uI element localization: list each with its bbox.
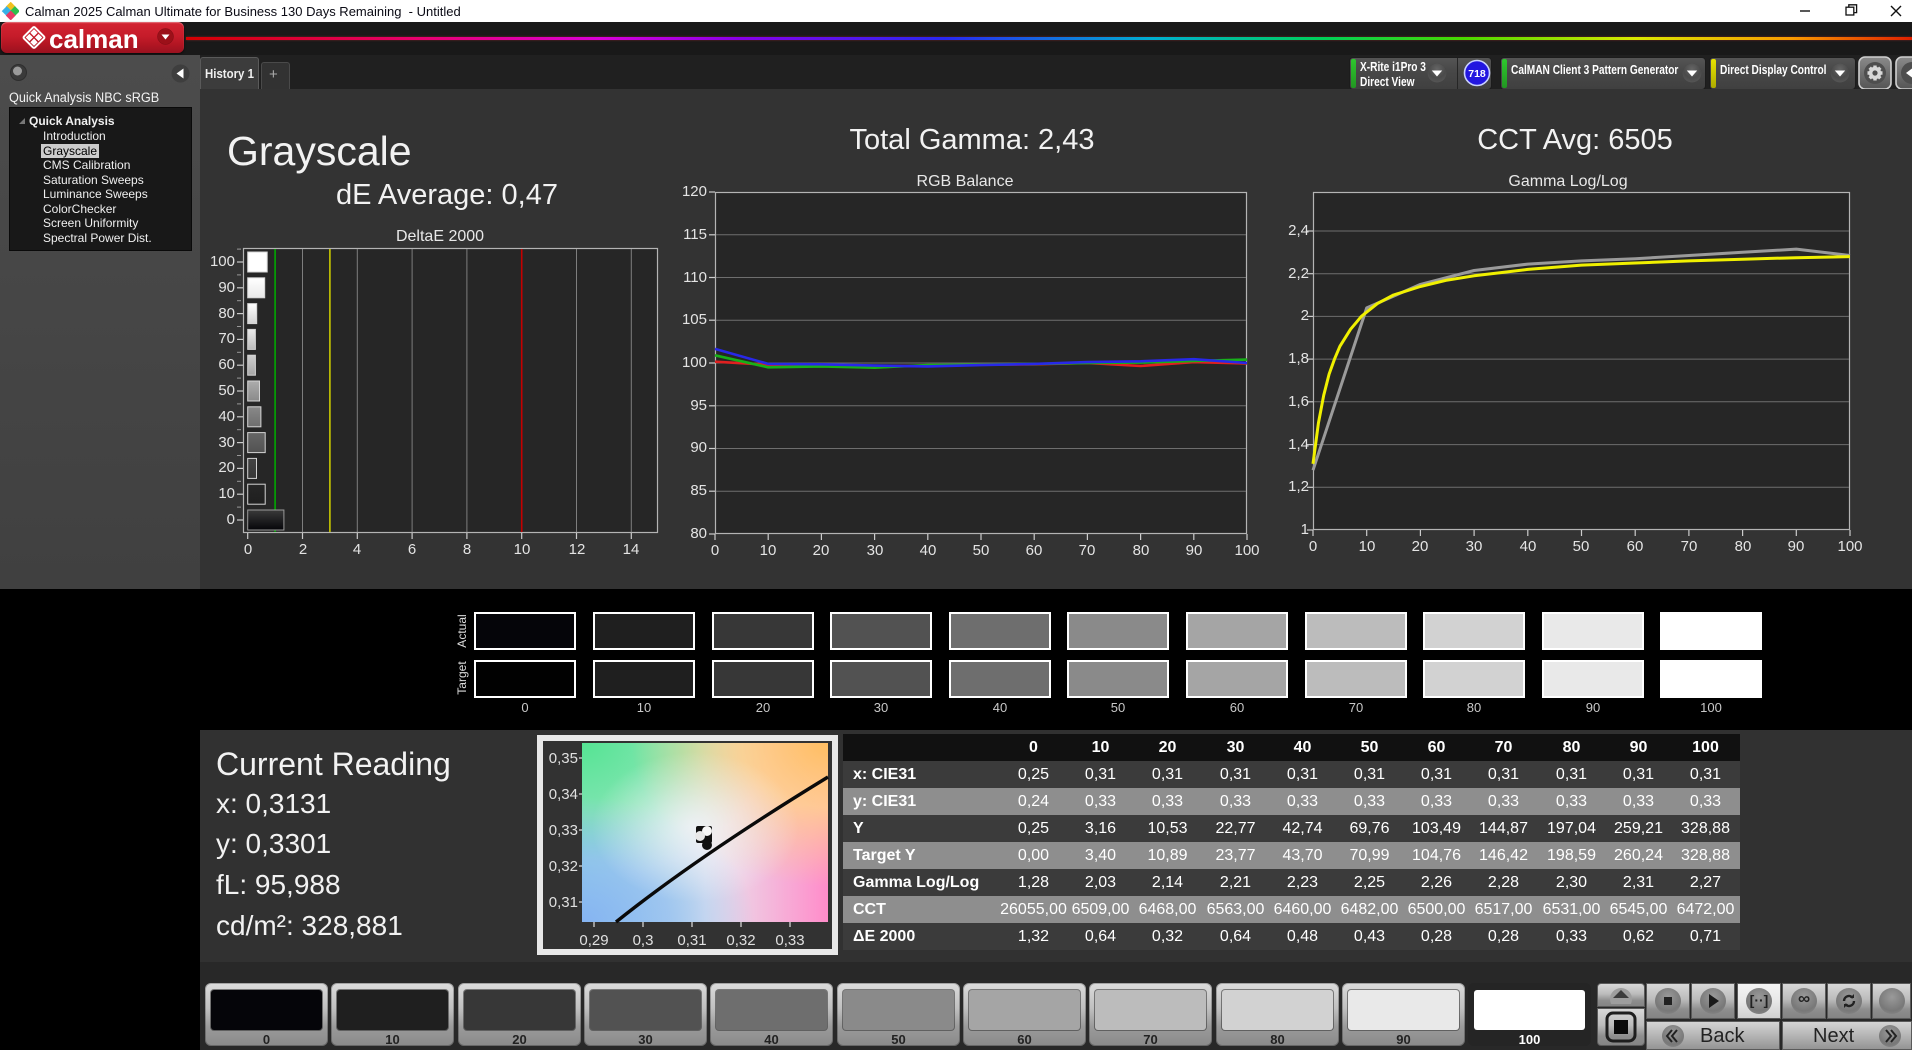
svg-text:0,32: 0,32 (726, 932, 755, 949)
svg-text:0,29: 0,29 (579, 932, 608, 949)
svg-text:0,33: 0,33 (775, 932, 804, 949)
svg-text:0,35: 0,35 (549, 750, 578, 767)
svg-text:0,32: 0,32 (549, 858, 578, 875)
svg-text:0,31: 0,31 (677, 932, 706, 949)
svg-text:718: 718 (1468, 68, 1486, 80)
svg-text:0,33: 0,33 (549, 822, 578, 839)
svg-text:0,34: 0,34 (549, 786, 578, 803)
svg-text:0,31: 0,31 (549, 894, 578, 911)
svg-text:0,3: 0,3 (633, 932, 654, 949)
